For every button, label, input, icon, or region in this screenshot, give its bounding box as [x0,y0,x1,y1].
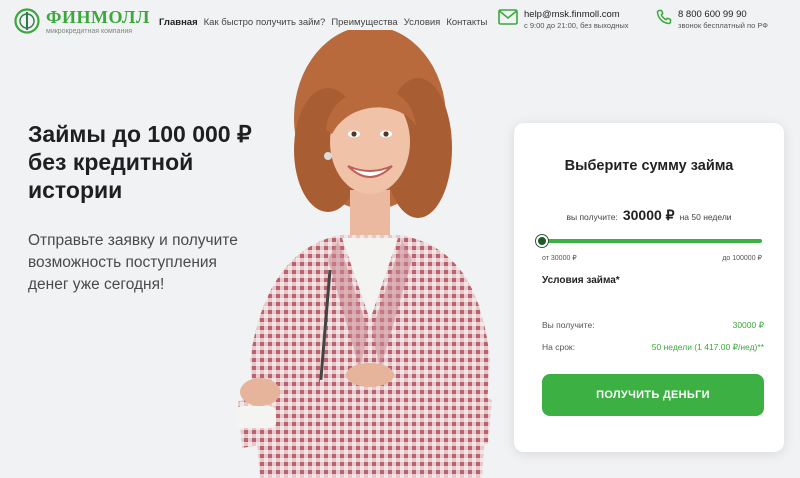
loan-terms-title: Условия займа* [542,275,620,286]
nav-item-how-to-get[interactable]: Как быстро получить займ? [204,17,326,28]
email-address[interactable]: help@msk.finmoll.com [524,9,629,21]
term-value: 50 недели (1 417.00 ₽/нед)** [651,342,764,352]
slider-max-label: до 100000 ₽ [722,255,762,262]
nav-item-contacts[interactable]: Контакты [446,17,487,28]
hero-headline: Займы до 100 000 ₽ без кредитной истории [28,120,328,204]
email-contact[interactable]: help@msk.finmoll.com с 9:00 до 21:00, бе… [498,9,629,31]
term-row-duration: На срок: 50 недели (1 417.00 ₽/нед)** [542,342,764,353]
loan-amount: 30000 ₽ [622,207,675,223]
email-hours: с 9:00 до 21:00, без выходных [524,21,629,30]
you-get-label: вы получите: [566,212,618,222]
loan-calculator-card: Выберите сумму займа вы получите: 30000 … [514,123,784,452]
term-row-amount: Вы получите: 30000 ₽ [542,320,764,331]
brand-logo[interactable]: ФИНМОЛЛ микрокредитная компания [14,8,150,36]
term-label: Вы получите: [542,320,595,330]
hero-headline-line: без кредитной [28,149,194,175]
nav-item-conditions[interactable]: Условия [404,17,441,28]
term-value: 30000 ₽ [732,320,764,330]
phone-note: звонок бесплатный по РФ [678,21,768,30]
nav-item-home[interactable]: Главная [159,17,198,28]
nav-item-advantages[interactable]: Преимущества [331,17,397,28]
hero-headline-line: Займы до 100 000 ₽ [28,121,252,147]
hero-subline: Отправьте заявку и получите возможность … [28,230,268,296]
amount-slider[interactable] [536,235,762,247]
amount-slider-handle[interactable] [536,235,548,247]
loan-summary: вы получите: 30000 ₽ на 50 недели [514,207,784,224]
brand-tagline: микрокредитная компания [46,28,133,35]
slider-min-label: от 30000 ₽ [542,255,577,262]
hero-headline-line: истории [28,177,123,203]
term-label: На срок: [542,342,576,352]
hero-subline-line: денег уже сегодня! [28,276,165,293]
get-money-button[interactable]: ПОЛУЧИТЬ ДЕНЬГИ [542,374,764,416]
brand-logo-icon [14,8,40,34]
brand-name: ФИНМОЛЛ [46,7,150,27]
phone-number[interactable]: 8 800 600 99 90 [678,9,768,21]
main-nav: Главная Как быстро получить займ? Преиму… [159,17,493,28]
loan-term: на 50 недели [679,212,732,222]
hero-subline-line: возможность поступления [28,254,217,271]
phone-contact[interactable]: 8 800 600 99 90 звонок бесплатный по РФ [656,9,768,31]
mail-icon [498,9,518,25]
hero-subline-line: Отправьте заявку и получите [28,232,238,249]
loan-calculator-title: Выберите сумму займа [564,158,734,174]
phone-icon [656,9,672,25]
